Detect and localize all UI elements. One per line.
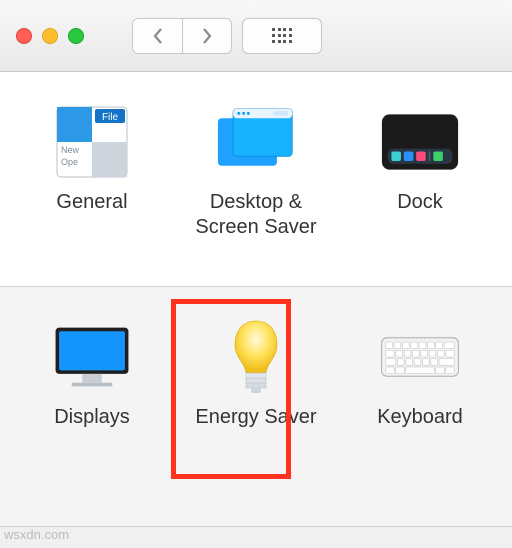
- prefs-row-hardware: Displays Energy Saver: [0, 287, 512, 527]
- displays-icon: [52, 317, 132, 397]
- close-window-button[interactable]: [16, 28, 32, 44]
- prefpane-label: General: [56, 190, 127, 215]
- desktop-screensaver-icon: [216, 102, 296, 182]
- prefpane-label: Energy Saver: [195, 405, 316, 430]
- watermark-text: wsxdn.com: [4, 527, 69, 542]
- traffic-lights: [16, 28, 84, 44]
- nav-buttons: [132, 18, 232, 54]
- window-toolbar: [0, 0, 512, 72]
- back-button[interactable]: [132, 18, 182, 54]
- chevron-right-icon: [200, 27, 214, 45]
- prefpane-label: Dock: [397, 190, 443, 215]
- dock-icon: [380, 102, 460, 182]
- prefpane-label: Displays: [54, 405, 130, 430]
- prefpane-keyboard[interactable]: Keyboard: [345, 317, 495, 430]
- keyboard-icon: [380, 317, 460, 397]
- prefpane-desktop-screensaver[interactable]: Desktop & Screen Saver: [181, 102, 331, 240]
- forward-button[interactable]: [182, 18, 232, 54]
- svg-text:File: File: [102, 112, 119, 123]
- general-icon: File New Ope: [52, 102, 132, 182]
- svg-text:New: New: [61, 145, 80, 155]
- prefs-row-personal: File New Ope General Desktop & Screen Sa…: [0, 72, 512, 287]
- prefpane-label: Keyboard: [377, 405, 463, 430]
- prefpane-dock[interactable]: Dock: [345, 102, 495, 215]
- energy-saver-icon: [216, 317, 296, 397]
- prefpane-general[interactable]: File New Ope General: [17, 102, 167, 215]
- prefpane-displays[interactable]: Displays: [17, 317, 167, 430]
- svg-text:Ope: Ope: [61, 157, 78, 167]
- show-all-button[interactable]: [242, 18, 322, 54]
- prefpane-energy-saver[interactable]: Energy Saver: [181, 317, 331, 430]
- grid-icon: [272, 28, 292, 44]
- prefpane-label: Desktop & Screen Saver: [181, 190, 331, 240]
- zoom-window-button[interactable]: [68, 28, 84, 44]
- chevron-left-icon: [151, 27, 165, 45]
- minimize-window-button[interactable]: [42, 28, 58, 44]
